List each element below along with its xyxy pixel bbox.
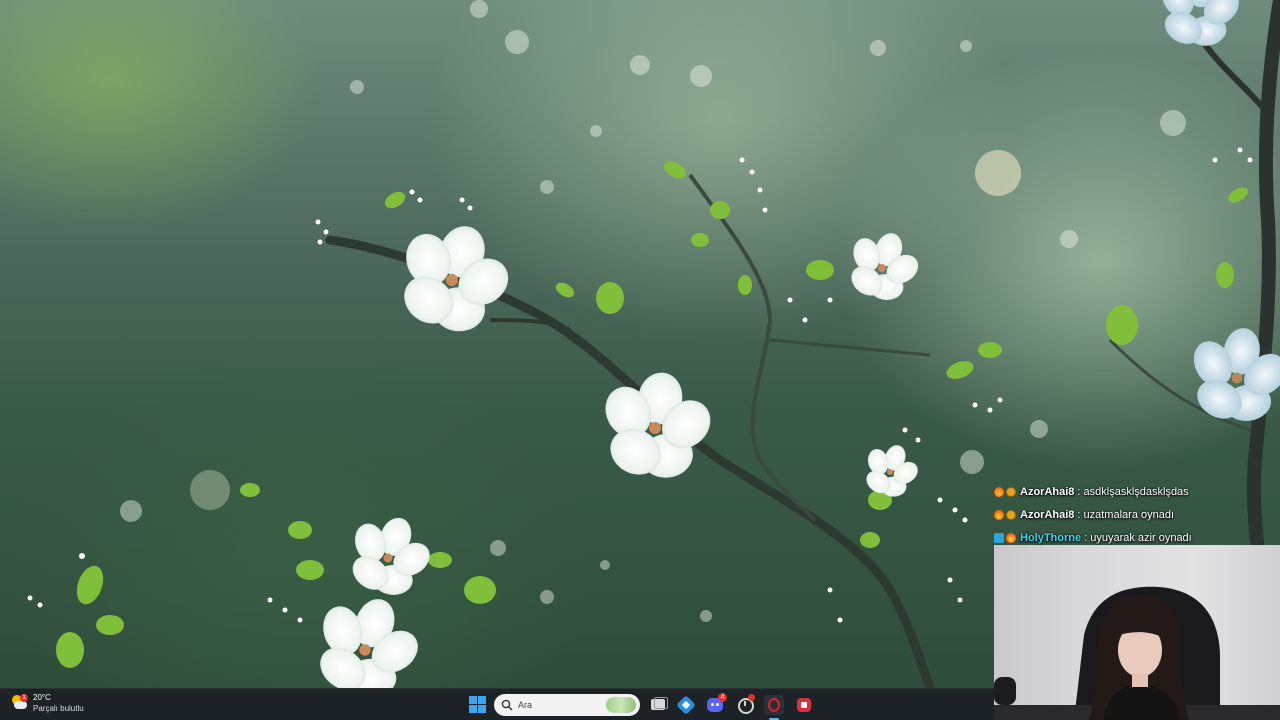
blossom (1162, 0, 1239, 46)
search-icon (501, 699, 513, 711)
search-placeholder: Ara (518, 700, 533, 710)
chat-username: AzorAhai8 (1020, 508, 1075, 521)
discord-notification-badge: 4 (718, 693, 727, 702)
weather-condition: Parçalı bulutlu (33, 704, 84, 713)
blossom (320, 599, 418, 688)
task-view-icon[interactable] (648, 695, 668, 715)
fire-badge-icon (1006, 532, 1016, 543)
windows-start-icon[interactable] (469, 696, 486, 713)
stream-chat-overlay: AzorAhai8 : asdklşasklşdasklşdas AzorAha… (994, 480, 1244, 549)
opera-gx-icon[interactable] (764, 695, 784, 720)
app-icon[interactable] (794, 695, 814, 715)
weather-alert-badge: 1 (20, 694, 28, 702)
chat-username: AzorAhai8 (1020, 485, 1075, 498)
discord-icon[interactable]: 4 (705, 693, 727, 715)
clock-app-icon[interactable] (735, 694, 755, 715)
blossom (404, 226, 509, 332)
blossom (851, 233, 919, 301)
blossom (605, 372, 711, 478)
blossom (866, 445, 918, 497)
network-app-icon[interactable] (676, 695, 696, 715)
taskbar-search-box[interactable]: Ara (494, 694, 640, 716)
chat-text: : asdklşasklşdasklşdas (1077, 485, 1189, 498)
search-highlight-image (606, 697, 636, 713)
fire-badge-icon (994, 509, 1004, 520)
chat-message: AzorAhai8 : uzatmalara oynadı (994, 503, 1244, 526)
fire-badge-icon (994, 486, 1004, 497)
chat-message: AzorAhai8 : asdklşasklşdasklşdas (994, 480, 1244, 503)
webcam-overlay (994, 545, 1280, 720)
partly-cloudy-icon: 1 (10, 694, 28, 712)
chat-text: : uzatmalara oynadı (1077, 508, 1175, 521)
notification-dot (748, 694, 755, 701)
chat-username: HolyThorne (1020, 531, 1082, 544)
taskbar: 1 20°C Parçalı bulutlu Ara 4 (0, 688, 994, 720)
gold-badge-icon (1006, 509, 1016, 520)
blossom (352, 517, 430, 595)
gold-badge-icon (1006, 486, 1016, 497)
streamer-camera-feed (994, 586, 1280, 720)
weather-widget[interactable]: 1 20°C Parçalı bulutlu (10, 692, 84, 714)
blue-badge-icon (994, 532, 1004, 543)
weather-temperature: 20°C (33, 693, 51, 702)
chat-text: : uyuyarak azir oynadı (1084, 531, 1192, 544)
